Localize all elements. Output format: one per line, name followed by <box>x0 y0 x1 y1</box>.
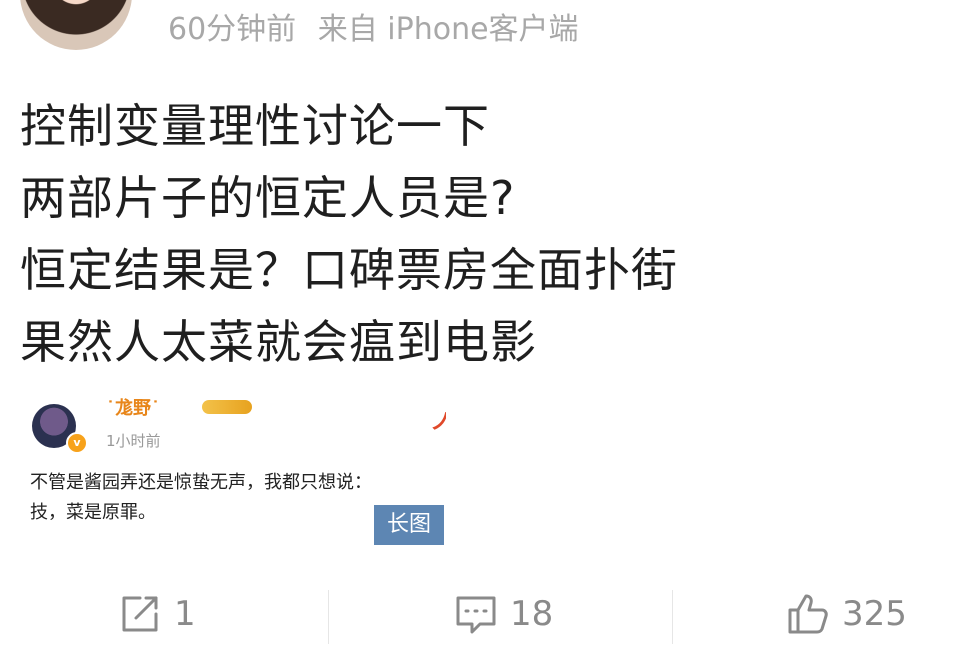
comment-count: 18 <box>510 594 554 634</box>
like-button[interactable]: 325 <box>784 582 907 646</box>
divider <box>328 590 329 644</box>
action-bar: 1 18 325 <box>0 582 966 646</box>
card-time: 1小时前 <box>106 432 161 450</box>
post-line: 控制变量理性讨论一下 <box>20 99 490 153</box>
card-body: 不管是酱园弄还是惊蛰无声，我都只想说： 技，菜是原罪。 <box>30 468 372 528</box>
like-count: 325 <box>842 594 907 634</box>
divider <box>672 590 673 644</box>
thumbs-up-icon <box>788 594 828 634</box>
post-meta: 60分钟前 来自 iPhone客户端 <box>168 4 579 48</box>
card-username: ˙尨野˙ <box>106 398 160 419</box>
verified-badge-icon: v <box>66 432 88 454</box>
post-line: 果然人太菜就会瘟到电影 <box>20 315 537 369</box>
post-text: 控制变量理性讨论一下 两部片子的恒定人员是? 恒定结果是？口碑票房全面扑街 果然… <box>20 90 678 378</box>
author-avatar[interactable] <box>20 0 132 50</box>
repost-count: 1 <box>174 594 196 634</box>
red-mark-icon: ノ <box>430 410 446 435</box>
card-body-line: 不管是酱园弄还是惊蛰无声，我都只想说： <box>30 472 372 493</box>
post-line: 两部片子的恒定人员是? <box>20 171 516 225</box>
comment-button[interactable]: 18 <box>452 582 553 646</box>
post-line: 恒定结果是？口碑票房全面扑街 <box>20 243 678 297</box>
post-time: 60分钟前 <box>168 12 297 47</box>
long-image-badge[interactable]: 长图 <box>374 505 444 545</box>
repost-icon <box>122 596 158 632</box>
repost-button[interactable]: 1 <box>116 582 196 646</box>
card-body-line: 技，菜是原罪。 <box>30 502 156 523</box>
comment-icon <box>456 596 496 634</box>
vip-badge-icon <box>202 400 252 414</box>
post-source: 来自 iPhone客户端 <box>317 12 579 47</box>
